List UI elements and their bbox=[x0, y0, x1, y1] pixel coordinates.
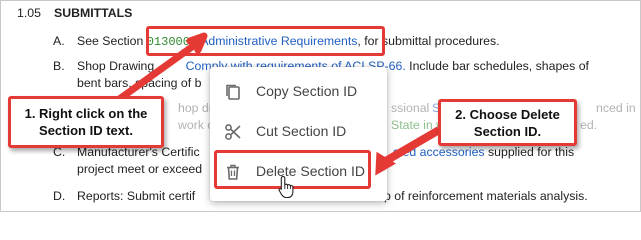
arrow-to-section-id bbox=[115, 32, 208, 103]
arrow-to-delete-shaft bbox=[381, 126, 442, 166]
callout-step-2: 2. Choose Delete Section ID. bbox=[438, 99, 577, 146]
callout-step-1: 1. Right click on the Section ID text. bbox=[8, 96, 164, 148]
arrow-to-delete-head bbox=[375, 151, 397, 176]
